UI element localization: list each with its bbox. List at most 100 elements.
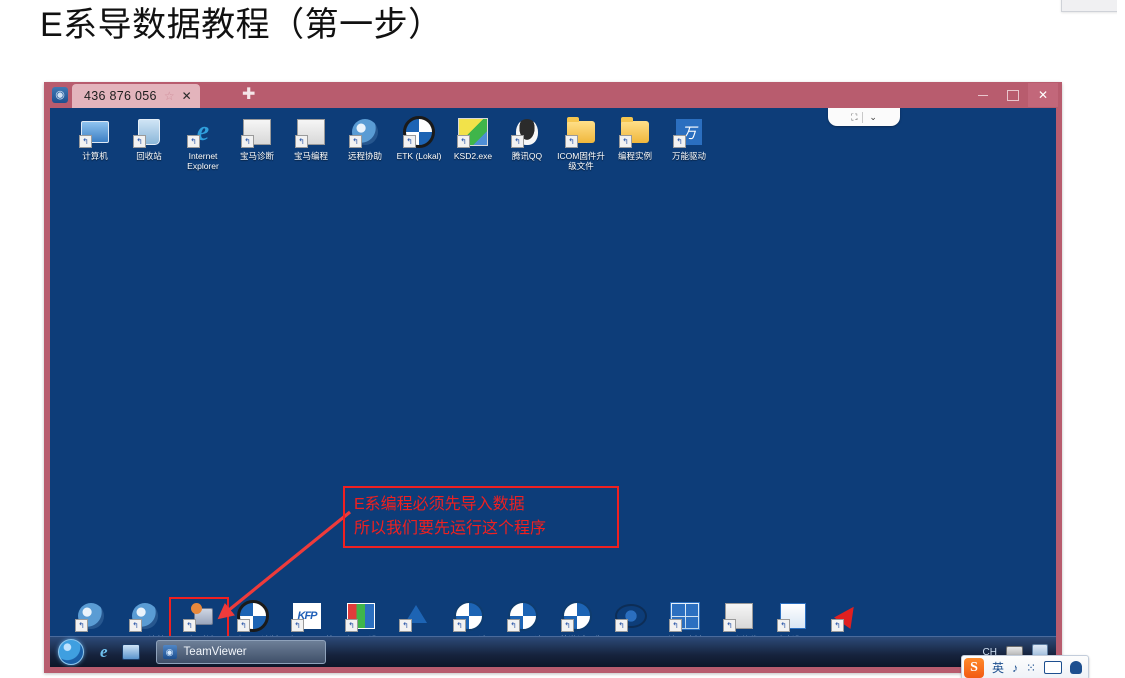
shortcut-badge-icon: ↰ xyxy=(403,135,416,148)
cic-fsc-read-icon: ↰ xyxy=(453,600,485,632)
sogou-logo-icon[interactable]: S xyxy=(964,657,984,678)
e-series-ncs-icon: ↰ xyxy=(345,600,377,632)
e-series-inpa-icon: ↰ xyxy=(237,600,269,632)
teamviewer-floating-toolbar[interactable]: ⛶ ⌄ xyxy=(828,108,900,126)
universal-driver-icon: 万 ↰ xyxy=(673,116,705,148)
sogou-ime-bar[interactable]: S 英 ♪ ⁙ xyxy=(961,655,1090,678)
desktop-icon-recycle-bin[interactable]: ↰ 回收站 xyxy=(122,116,176,171)
window-controls: ✕ xyxy=(968,82,1058,108)
desktop-icon-computer[interactable]: ↰ 计算机 xyxy=(68,116,122,171)
quick-launch-bar: e xyxy=(100,642,140,662)
shortcut-badge-icon: ↰ xyxy=(453,619,466,632)
annotation-callout: E系编程必须先导入数据 所以我们要先运行这个程序 xyxy=(343,486,619,548)
ime-tools-icon[interactable]: ⁙ xyxy=(1026,662,1036,674)
shortcut-badge-icon: ↰ xyxy=(75,619,88,632)
computer-icon: ↰ xyxy=(79,116,111,148)
desktop-icon-label: 万能驱动 xyxy=(671,151,706,161)
desktop-icon-tencent-qq[interactable]: ↰ 腾讯QQ xyxy=(500,116,554,171)
shortcut-badge-icon: ↰ xyxy=(291,619,304,632)
nav-activation-code-generator-icon: ↰ xyxy=(561,600,593,632)
annotation-line-1: E系编程必须先导入数据 xyxy=(354,496,525,513)
icom-connect-icon: ↰ xyxy=(129,600,161,632)
minimize-button[interactable] xyxy=(968,83,998,107)
toolbar-divider xyxy=(862,111,864,123)
desktop-icon-internet-explorer[interactable]: e ↰ Internet Explorer xyxy=(176,116,230,171)
ncdcafd-icon: ↰ xyxy=(831,600,863,632)
etk-lokal-icon: ↰ xyxy=(403,116,435,148)
maximize-button[interactable] xyxy=(998,83,1028,107)
window-titlebar[interactable]: ◉ 436 876 056 ☆ ✕ ✚ ✕ xyxy=(44,82,1062,108)
desktop-icon-label: ICOM固件升级文件 xyxy=(557,151,605,171)
shortcut-badge-icon: ↰ xyxy=(79,135,92,148)
tencent-qq-icon: ↰ xyxy=(511,116,543,148)
session-tab[interactable]: 436 876 056 ☆ ✕ xyxy=(72,84,200,108)
desktop-icon-label: 计算机 xyxy=(82,151,108,161)
minimize-icon xyxy=(978,94,988,96)
desktop-icon-label: Internet Explorer xyxy=(187,151,219,171)
new-tab-icon[interactable]: ✚ xyxy=(242,86,255,104)
show-desktop-icon[interactable] xyxy=(121,644,140,660)
internet-explorer-icon[interactable]: e xyxy=(100,642,108,662)
nbt-fsc-read-icon: ↰ xyxy=(507,600,539,632)
shortcut-badge-icon: ↰ xyxy=(831,619,844,632)
desktop-icon-label: 宝马编程 xyxy=(293,151,328,161)
shortcut-badge-icon: ↰ xyxy=(237,619,250,632)
bmw-hidden-code-table-icon: ↰ xyxy=(723,600,755,632)
recycle-bin-icon: ↰ xyxy=(133,116,165,148)
favorite-star-icon[interactable]: ☆ xyxy=(164,89,175,103)
desktop-icon-row-top: ↰ 计算机 ↰ 回收站 e ↰ Internet Explorer ↰ 宝马诊断 ↰ 宝马编程 ↰ 远程… xyxy=(68,116,716,171)
desktop-icon-label: 宝马诊断 xyxy=(239,151,274,161)
esys-icon: ↰ xyxy=(399,600,431,632)
maximize-icon xyxy=(1007,89,1019,101)
session-tab-label: 436 876 056 xyxy=(84,89,157,103)
user-icon[interactable] xyxy=(1070,661,1083,674)
taskbar: e ◉ TeamViewer CH xyxy=(50,636,1056,667)
close-button[interactable]: ✕ xyxy=(1028,83,1058,107)
close-icon: ✕ xyxy=(1037,88,1049,102)
desktop-icon-icom-firmware-folder[interactable]: ↰ ICOM固件升级文件 xyxy=(554,116,608,171)
shortcut-badge-icon: ↰ xyxy=(345,619,358,632)
shortcut-badge-icon: ↰ xyxy=(183,619,196,632)
e-series-import-data-icon: ↰ xyxy=(183,600,215,632)
shortcut-badge-icon: ↰ xyxy=(507,619,520,632)
desktop-icon-label: KSD2.exe xyxy=(453,151,493,161)
ksd2-icon: ↰ xyxy=(457,116,489,148)
shortcut-badge-icon: ↰ xyxy=(777,619,790,632)
desktop-icon-programming-examples-folder[interactable]: ↰ 编程实例 xyxy=(608,116,662,171)
shortcut-badge-icon: ↰ xyxy=(349,135,362,148)
teamviewer-glyph: ◉ xyxy=(55,88,65,101)
shortcut-badge-icon: ↰ xyxy=(511,135,524,148)
tool32-icon: ↰ xyxy=(615,600,647,632)
e-series-winkfp-icon: KFP ↰ xyxy=(291,600,323,632)
shortcut-badge-icon: ↰ xyxy=(561,619,574,632)
shortcut-badge-icon: ↰ xyxy=(565,135,578,148)
desktop-icon-etk-lokal[interactable]: ↰ ETK (Lokal) xyxy=(392,116,446,171)
itoolradar-icon: ↰ xyxy=(75,600,107,632)
close-tab-icon[interactable]: ✕ xyxy=(182,89,192,103)
shortcut-badge-icon: ↰ xyxy=(723,619,736,632)
programming-examples-folder-icon: ↰ xyxy=(619,116,651,148)
browser-chrome-sliver xyxy=(1061,0,1125,12)
taskbar-item-teamviewer[interactable]: ◉ TeamViewer xyxy=(155,640,326,664)
desktop-icon-ksd2[interactable]: ↰ KSD2.exe xyxy=(446,116,500,171)
desktop-icon-label: 编程实例 xyxy=(617,151,652,161)
keyboard-icon[interactable] xyxy=(1044,661,1063,674)
desktop-icon-bmw-programming[interactable]: ↰ 宝马编程 xyxy=(284,116,338,171)
desktop-icon-bmw-diagnostic[interactable]: ↰ 宝马诊断 xyxy=(230,116,284,171)
icom-firmware-folder-icon: ↰ xyxy=(565,116,597,148)
fullscreen-icon[interactable]: ⛶ xyxy=(851,112,857,123)
shortcut-badge-icon: ↰ xyxy=(295,135,308,148)
remote-desktop[interactable]: ⛶ ⌄ ↰ 计算机 ↰ 回收站 e ↰ Internet Explorer ↰ 宝马诊断 ↰ 宝马编… xyxy=(50,108,1056,667)
desktop-icon-universal-driver[interactable]: 万 ↰ 万能驱动 xyxy=(662,116,716,171)
desktop-icon-label: 腾讯QQ xyxy=(511,151,543,161)
ime-mode-label[interactable]: 英 xyxy=(992,662,1004,674)
shortcut-badge-icon: ↰ xyxy=(399,619,412,632)
internet-explorer-icon: e ↰ xyxy=(187,116,219,148)
slide-page: E系导数据教程（第一步） ◉ 436 876 056 ☆ ✕ ✚ ✕ ⛶ ⌄ ↰… xyxy=(0,0,1125,678)
desktop-icon-label: 远程协助 xyxy=(347,151,382,161)
chevron-down-icon[interactable]: ⌄ xyxy=(869,112,877,123)
ime-menu-icon[interactable]: ♪ xyxy=(1012,662,1018,674)
start-button[interactable] xyxy=(58,639,84,665)
desktop-icon-remote-assist[interactable]: ↰ 远程协助 xyxy=(338,116,392,171)
shortcut-badge-icon: ↰ xyxy=(615,619,628,632)
